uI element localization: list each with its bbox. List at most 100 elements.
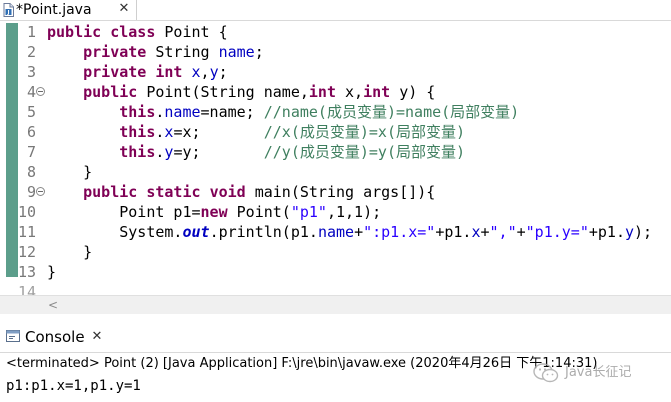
line-number: 1 <box>26 23 36 41</box>
editor-tab-bar: J *Point.java ✕ <box>0 0 671 21</box>
scroll-left-arrow-icon[interactable]: < <box>46 297 60 313</box>
code-token: + <box>354 223 364 241</box>
code-token: out <box>182 223 210 241</box>
code-text: } <box>47 262 56 282</box>
line-number: 13 <box>18 263 37 281</box>
code-token: System. <box>47 223 183 241</box>
code-token: ,1,1); <box>326 203 382 221</box>
line-number: 7 <box>26 143 36 161</box>
code-line[interactable]: 7 this.y=y; //y(成员变量)=y(局部变量) <box>0 142 671 162</box>
code-token: Point( <box>227 203 291 221</box>
code-line[interactable]: 14 <box>0 282 671 295</box>
wechat-logo-icon <box>533 363 559 383</box>
code-text: private String name; <box>47 42 264 62</box>
line-number: 10 <box>18 203 37 221</box>
code-token: this <box>119 103 156 121</box>
watermark-text: Java长征记 <box>565 365 632 380</box>
code-token: .println(p1. <box>209 223 318 241</box>
code-editor[interactable]: 1 public class Point {2 private String na… <box>0 21 671 295</box>
code-token: + <box>480 223 490 241</box>
editor-horizontal-scrollbar[interactable]: < <box>0 295 671 314</box>
code-token: //name(成员变量)=name(局部变量) <box>263 103 520 121</box>
code-token: Point p1= <box>47 203 201 221</box>
code-token: Point(String name, <box>137 83 309 101</box>
code-line[interactable]: 8 } <box>0 162 671 182</box>
line-number: 12 <box>18 243 37 261</box>
line-number: 14 <box>18 283 37 295</box>
code-line[interactable]: 6 this.x=x; //x(成员变量)=x(局部变量) <box>0 122 671 142</box>
code-token: this <box>119 123 156 141</box>
code-line[interactable]: 11 System.out.println(p1.name+":p1.x="+p… <box>0 222 671 242</box>
code-token: //y(成员变量)=y(局部变量) <box>263 143 466 161</box>
line-number: 6 <box>26 123 36 141</box>
line-number: 2 <box>26 43 36 61</box>
code-token: , <box>200 63 210 81</box>
code-token: void <box>209 183 246 201</box>
code-token: this <box>119 143 156 161</box>
code-token: int <box>308 83 336 101</box>
code-token: name <box>164 103 201 121</box>
fold-collapse-icon[interactable] <box>36 87 45 96</box>
code-token: name <box>218 43 255 61</box>
code-text: this.name=name; //name(成员变量)=name(局部变量) <box>47 102 519 122</box>
code-line[interactable]: 5 this.name=name; //name(成员变量)=name(局部变量… <box>0 102 671 122</box>
code-line[interactable]: 12 } <box>0 242 671 262</box>
code-text: Point p1=new Point("p1",1,1); <box>47 202 381 222</box>
code-line[interactable]: 9 public static void main(String args[])… <box>0 182 671 202</box>
code-token: main(String args[]){ <box>245 183 436 201</box>
code-text: } <box>47 242 92 262</box>
code-line[interactable]: 4 public Point(String name,int x,int y) … <box>0 82 671 102</box>
code-token: ); <box>634 223 653 241</box>
code-token: y <box>625 223 635 241</box>
code-token: private <box>83 43 147 61</box>
code-line[interactable]: 13} <box>0 262 671 282</box>
line-number: 4 <box>26 83 36 101</box>
code-line[interactable]: 10 Point p1=new Point("p1",1,1); <box>0 202 671 222</box>
code-token: ":p1.x=" <box>363 223 436 241</box>
code-token: String <box>146 43 219 61</box>
console-terminated-status: <terminated> Point (2) [Java Application… <box>6 356 598 371</box>
code-token: public <box>47 23 102 41</box>
code-text: this.x=x; //x(成员变量)=x(局部变量) <box>47 122 465 142</box>
console-tab-label[interactable]: Console <box>25 322 85 352</box>
line-number: 9 <box>26 183 36 201</box>
code-token: } <box>47 263 57 281</box>
editor-tab-label: *Point.java <box>16 2 92 18</box>
code-token: ; <box>218 63 228 81</box>
java-file-icon: J <box>3 3 14 17</box>
code-token: } <box>47 243 93 261</box>
code-token: "p1" <box>290 203 327 221</box>
code-token: public <box>83 183 138 201</box>
code-token: +p1. <box>435 223 472 241</box>
watermark: Java长征记 <box>533 361 663 385</box>
code-token: + <box>516 223 526 241</box>
code-text: private int x,y; <box>47 62 228 82</box>
line-number: 11 <box>18 223 37 241</box>
code-token: ; <box>254 43 264 61</box>
code-token: new <box>200 203 228 221</box>
line-number: 8 <box>26 163 36 181</box>
editor-tab-close-icon[interactable]: ✕ <box>116 1 132 17</box>
code-line[interactable]: 3 private int x,y; <box>0 62 671 82</box>
code-line[interactable]: 1 public class Point { <box>0 22 671 42</box>
code-line[interactable]: 2 private String name; <box>0 42 671 62</box>
eclipse-window: J *Point.java ✕ 1 public class Point {2 p… <box>0 0 671 402</box>
console-icon <box>6 330 20 342</box>
code-token: =name; <box>200 103 264 121</box>
code-token: "p1.y=" <box>525 223 589 241</box>
fold-collapse-icon[interactable] <box>36 187 45 196</box>
code-text: this.y=y; //y(成员变量)=y(局部变量) <box>47 142 465 162</box>
line-number: 5 <box>26 103 36 121</box>
console-tab-bar: Console ✕ <box>0 322 671 353</box>
code-token: x <box>191 63 201 81</box>
console-tab-close-icon[interactable]: ✕ <box>89 329 105 345</box>
editor-tab-point-java[interactable]: J *Point.java ✕ <box>0 0 137 20</box>
